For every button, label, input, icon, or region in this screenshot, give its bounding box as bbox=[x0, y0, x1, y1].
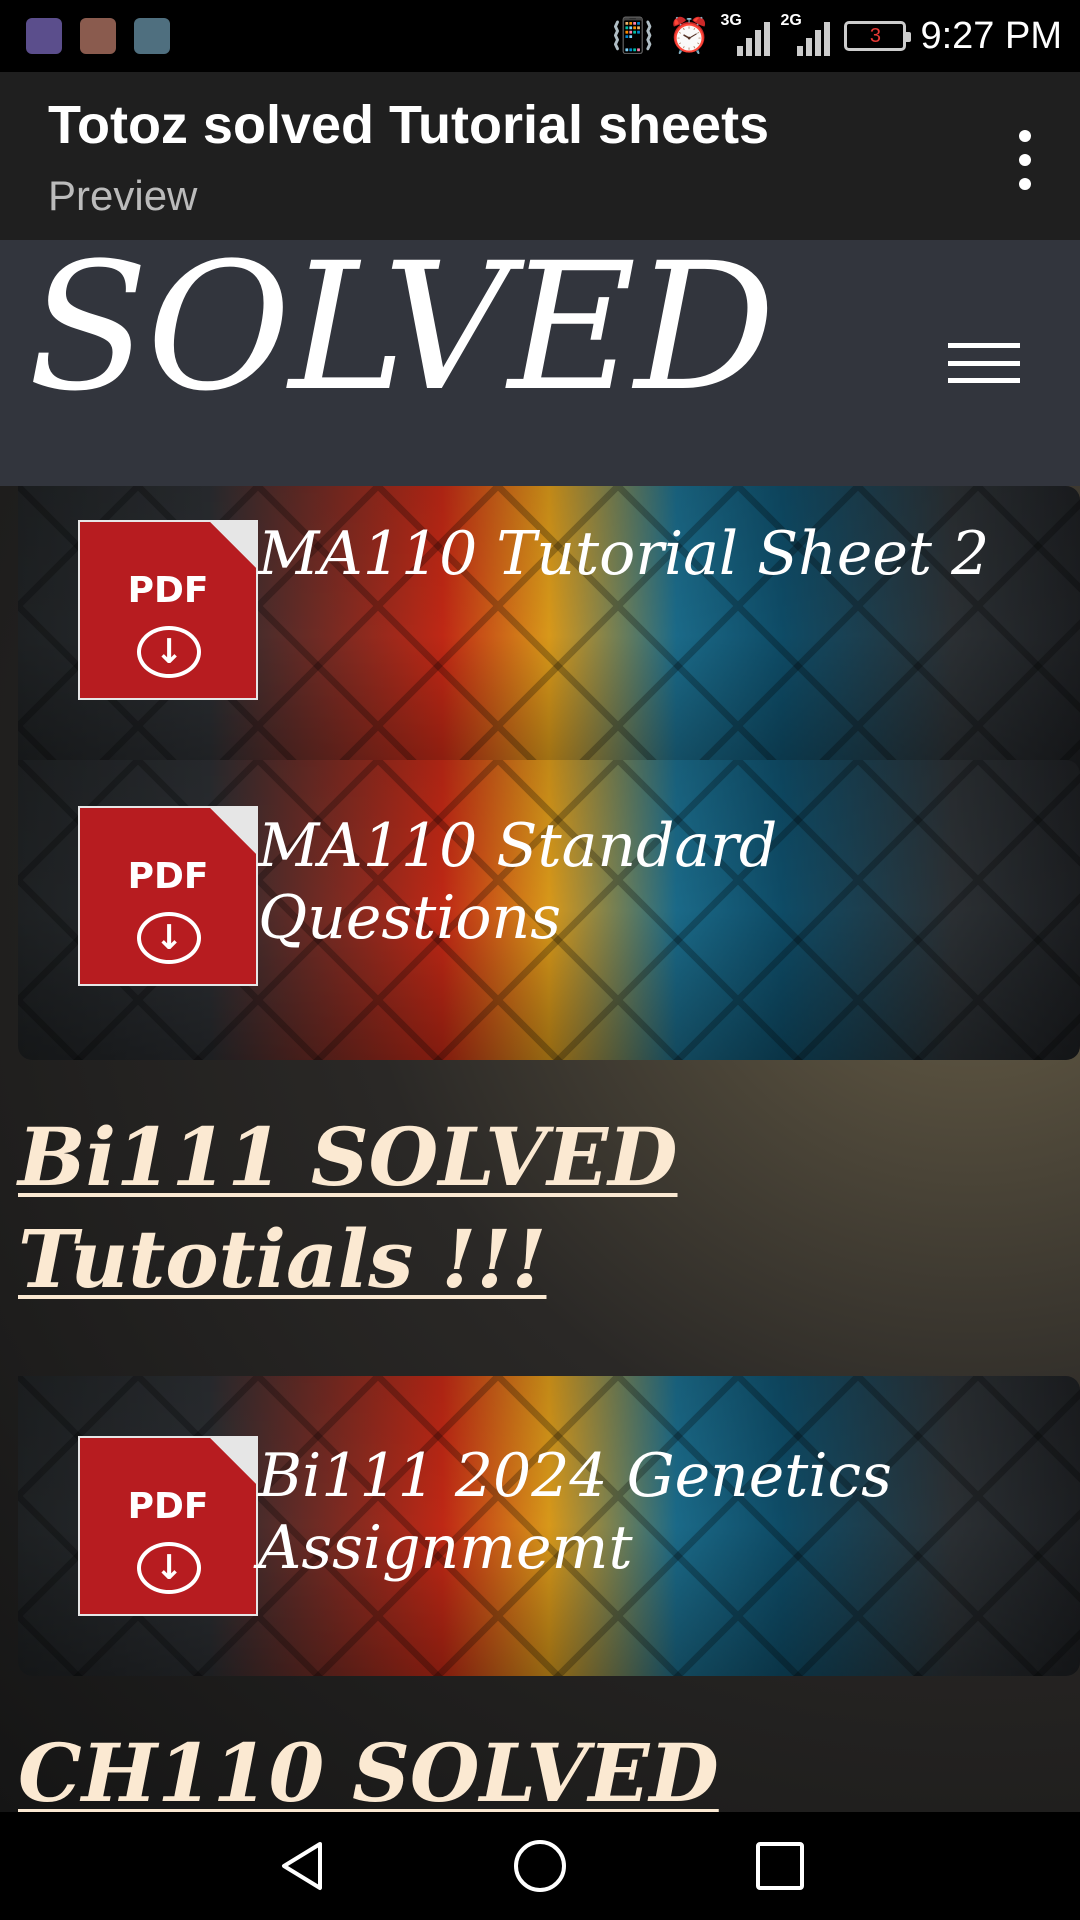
pdf-download-icon[interactable]: PDF ↓ bbox=[78, 806, 258, 986]
app-notification-icon bbox=[26, 18, 62, 54]
recent-apps-icon[interactable] bbox=[750, 1836, 810, 1896]
battery-level: 3 bbox=[869, 24, 882, 47]
pdf-icon-label: PDF bbox=[127, 570, 209, 611]
section-heading[interactable]: Bi111 SOLVED Tutotials !!! bbox=[18, 1106, 1060, 1310]
download-arrow-icon: ↓ bbox=[137, 626, 201, 678]
alarm-icon: ⏰ bbox=[668, 17, 711, 55]
signal-icon-3g: 3G bbox=[720, 12, 771, 58]
pdf-link-card[interactable]: PDF ↓ Bi111 2024 Genetics Assignmemt bbox=[18, 1376, 1080, 1676]
battery-icon: 3 bbox=[844, 21, 912, 51]
pdf-icon-label: PDF bbox=[127, 856, 209, 897]
card-title[interactable]: Bi111 2024 Genetics Assignmemt bbox=[258, 1440, 1050, 1584]
overflow-menu-icon[interactable] bbox=[1010, 130, 1040, 190]
pdf-link-card[interactable]: PDF ↓ MA110 Standard Questions bbox=[18, 760, 1080, 1060]
pdf-icon-label: PDF bbox=[127, 1486, 209, 1527]
gallery-notification-icon bbox=[134, 18, 170, 54]
download-arrow-icon: ↓ bbox=[137, 1542, 201, 1594]
home-icon[interactable] bbox=[510, 1836, 570, 1896]
hamburger-menu-icon[interactable] bbox=[948, 343, 1020, 383]
clipboard-notification-icon bbox=[80, 18, 116, 54]
vibrate-icon: 📳 bbox=[611, 17, 655, 55]
app-title: Totoz solved Tutorial sheets bbox=[48, 95, 770, 155]
app-bar: Totoz solved Tutorial sheets Preview bbox=[0, 72, 1080, 240]
signal-icon-2g: 2G bbox=[780, 12, 831, 58]
page-content: PDF ↓ MA110 Tutorial Sheet 2 PDF ↓ MA110… bbox=[0, 486, 1080, 1812]
site-logo[interactable]: SOLVED bbox=[28, 240, 776, 416]
notification-icons bbox=[26, 18, 170, 54]
status-bar: 📳 ⏰ 3G 2G 3 9:27 PM bbox=[0, 0, 1080, 72]
card-title[interactable]: MA110 Tutorial Sheet 2 bbox=[258, 518, 1050, 590]
system-nav-bar bbox=[0, 1812, 1080, 1920]
site-header: SOLVED bbox=[0, 240, 1080, 486]
pdf-download-icon[interactable]: PDF ↓ bbox=[78, 1436, 258, 1616]
app-subtitle: Preview bbox=[48, 172, 198, 219]
section-heading[interactable]: CH110 SOLVED bbox=[18, 1722, 1060, 1812]
pdf-link-card[interactable]: PDF ↓ MA110 Tutorial Sheet 2 bbox=[18, 486, 1080, 786]
back-icon[interactable] bbox=[272, 1836, 332, 1896]
card-title[interactable]: MA110 Standard Questions bbox=[258, 810, 1050, 954]
download-arrow-icon: ↓ bbox=[137, 912, 201, 964]
pdf-download-icon[interactable]: PDF ↓ bbox=[78, 520, 258, 700]
status-time: 9:27 PM bbox=[920, 14, 1062, 57]
